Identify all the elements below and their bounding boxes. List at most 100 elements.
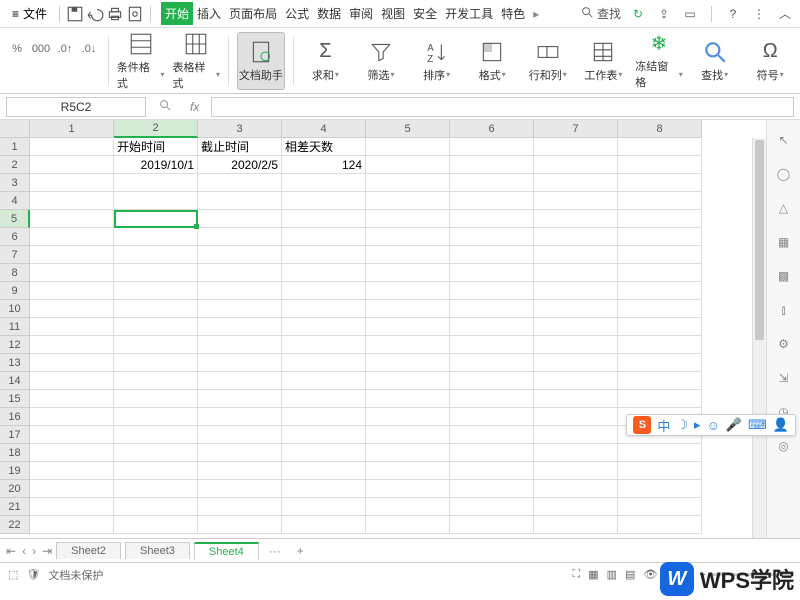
- cell[interactable]: [114, 354, 198, 372]
- cell[interactable]: [618, 138, 702, 156]
- cell[interactable]: [114, 336, 198, 354]
- cell[interactable]: [114, 462, 198, 480]
- col-header[interactable]: 8: [618, 120, 702, 138]
- cell[interactable]: [534, 300, 618, 318]
- cell[interactable]: [366, 210, 450, 228]
- comma-icon[interactable]: ▸: [694, 417, 701, 433]
- select-all-corner[interactable]: [0, 120, 30, 138]
- cell[interactable]: [30, 516, 114, 534]
- cell[interactable]: [618, 390, 702, 408]
- cell[interactable]: [534, 372, 618, 390]
- cell[interactable]: [282, 426, 366, 444]
- col-header[interactable]: 6: [450, 120, 534, 138]
- cell[interactable]: [366, 138, 450, 156]
- cell[interactable]: [534, 138, 618, 156]
- cell[interactable]: [450, 246, 534, 264]
- tab-insert[interactable]: 插入: [193, 2, 225, 25]
- thousands-icon[interactable]: 000: [30, 38, 52, 60]
- cell[interactable]: [450, 354, 534, 372]
- shape-icon[interactable]: ◯: [774, 164, 794, 184]
- cell[interactable]: 124: [282, 156, 366, 174]
- cell[interactable]: [198, 444, 282, 462]
- cell[interactable]: [30, 426, 114, 444]
- row-header[interactable]: 4: [0, 192, 30, 210]
- cell[interactable]: [618, 318, 702, 336]
- row-header[interactable]: 15: [0, 390, 30, 408]
- row-header[interactable]: 8: [0, 264, 30, 282]
- search-icon[interactable]: [152, 98, 178, 115]
- sheet-button[interactable]: 工作表▾: [580, 32, 628, 90]
- cell[interactable]: [114, 210, 198, 228]
- view-normal-icon[interactable]: ▦: [588, 568, 598, 581]
- share-icon[interactable]: ⇪: [655, 5, 673, 23]
- triangle-icon[interactable]: △: [774, 198, 794, 218]
- col-header[interactable]: 5: [366, 120, 450, 138]
- user-icon[interactable]: 👤: [773, 417, 789, 433]
- col-header[interactable]: 1: [30, 120, 114, 138]
- cell[interactable]: [198, 264, 282, 282]
- sheet-last-icon[interactable]: ⇥: [42, 544, 52, 558]
- sort-button[interactable]: AZ 排序▾: [413, 32, 461, 90]
- cell[interactable]: [450, 390, 534, 408]
- row-header[interactable]: 1: [0, 138, 30, 156]
- cell[interactable]: [282, 516, 366, 534]
- cell[interactable]: [534, 174, 618, 192]
- cell[interactable]: [30, 390, 114, 408]
- inc-decimal-icon[interactable]: .0↑: [54, 38, 76, 60]
- cell[interactable]: [198, 426, 282, 444]
- cell[interactable]: [30, 264, 114, 282]
- row-header[interactable]: 13: [0, 354, 30, 372]
- cell[interactable]: [198, 516, 282, 534]
- cell[interactable]: 开始时间: [114, 138, 198, 156]
- cell[interactable]: [30, 300, 114, 318]
- cell[interactable]: [450, 336, 534, 354]
- mic-icon[interactable]: 🎤: [726, 417, 742, 433]
- tab-review[interactable]: 审阅: [345, 2, 377, 25]
- table-icon[interactable]: ▦: [774, 232, 794, 252]
- cell[interactable]: [198, 390, 282, 408]
- cell[interactable]: [30, 138, 114, 156]
- cell[interactable]: [30, 372, 114, 390]
- cell[interactable]: [282, 354, 366, 372]
- cell[interactable]: [450, 426, 534, 444]
- preview-icon[interactable]: [126, 5, 144, 23]
- cell[interactable]: [366, 390, 450, 408]
- export-icon[interactable]: ⇲: [774, 368, 794, 388]
- cell[interactable]: 相差天数: [282, 138, 366, 156]
- cell[interactable]: [282, 498, 366, 516]
- row-header[interactable]: 18: [0, 444, 30, 462]
- row-header[interactable]: 14: [0, 372, 30, 390]
- cell[interactable]: [198, 210, 282, 228]
- print-icon[interactable]: [106, 5, 124, 23]
- cell[interactable]: [450, 156, 534, 174]
- row-header[interactable]: 12: [0, 336, 30, 354]
- sheet-prev-icon[interactable]: ‹: [22, 544, 26, 558]
- cell[interactable]: [114, 372, 198, 390]
- cell[interactable]: [282, 246, 366, 264]
- table-style-button[interactable]: 表格样式▾: [172, 32, 220, 90]
- cell[interactable]: [366, 228, 450, 246]
- tab-safety[interactable]: 安全: [409, 2, 441, 25]
- cell[interactable]: [450, 462, 534, 480]
- cell[interactable]: [30, 498, 114, 516]
- col-header[interactable]: 2: [114, 120, 198, 138]
- cell[interactable]: [114, 282, 198, 300]
- cell[interactable]: [618, 174, 702, 192]
- cell[interactable]: [30, 210, 114, 228]
- cell[interactable]: [450, 138, 534, 156]
- grid-icon[interactable]: ▩: [774, 266, 794, 286]
- cell[interactable]: [366, 444, 450, 462]
- cell[interactable]: 2020/2/5: [198, 156, 282, 174]
- cell[interactable]: [198, 228, 282, 246]
- sheet-add-icon[interactable]: +: [291, 544, 310, 558]
- cell[interactable]: [282, 444, 366, 462]
- cell[interactable]: [534, 264, 618, 282]
- tab-data[interactable]: 数据: [313, 2, 345, 25]
- tabs-overflow-icon[interactable]: ▸: [529, 7, 543, 21]
- cell[interactable]: [30, 192, 114, 210]
- cell[interactable]: [366, 174, 450, 192]
- target-icon[interactable]: ◎: [774, 436, 794, 456]
- row-header[interactable]: 21: [0, 498, 30, 516]
- cell[interactable]: [30, 282, 114, 300]
- cell[interactable]: [114, 498, 198, 516]
